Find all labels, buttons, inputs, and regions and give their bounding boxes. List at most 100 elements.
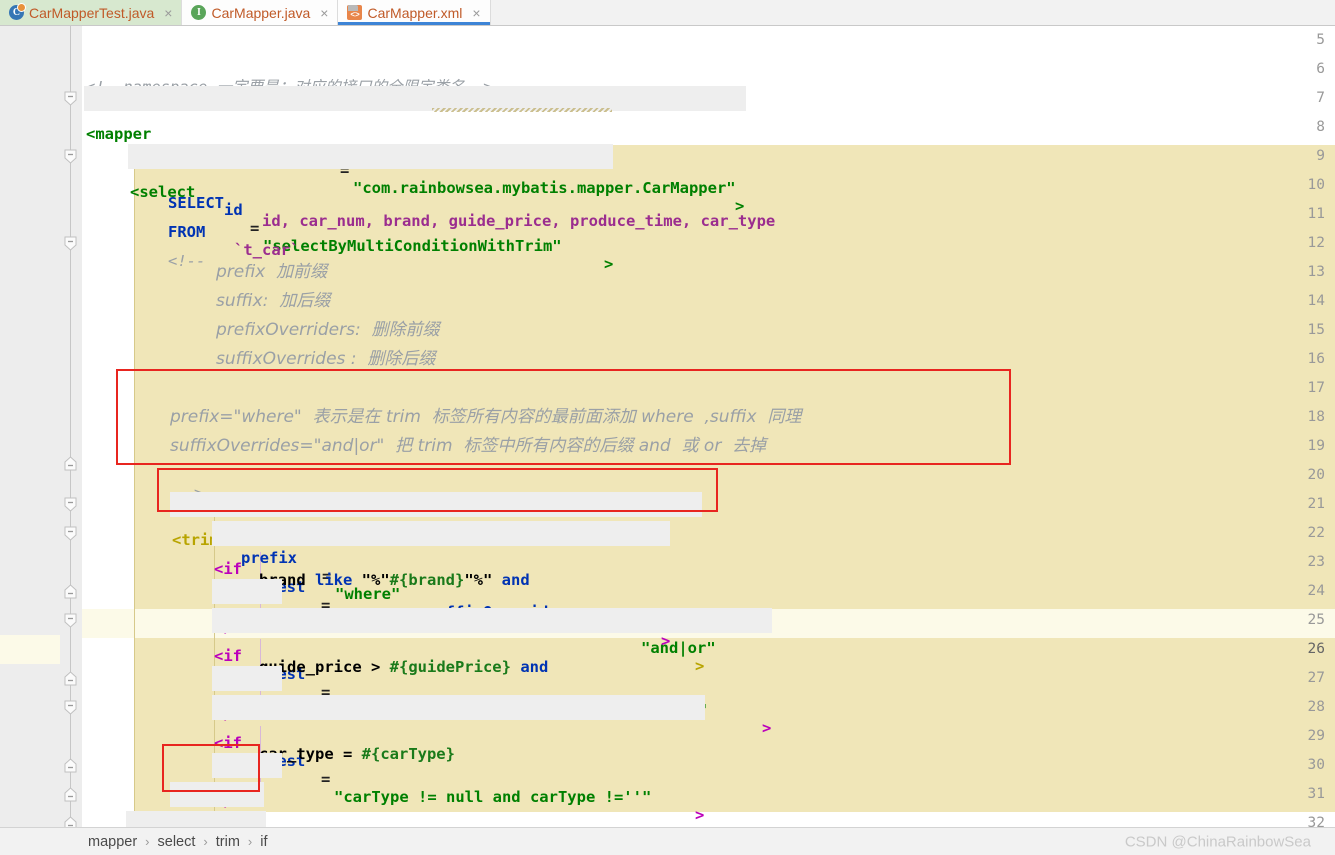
tab-label: CarMapper.java xyxy=(211,4,311,21)
breadcrumb-item-select[interactable]: select xyxy=(158,834,196,850)
breadcrumb-status-bar: mapper › select › trim › if CSDN @ChinaR… xyxy=(0,827,1335,855)
line-number: 20 xyxy=(1307,467,1325,483)
code-editor[interactable]: <!--namespace 一定要是：对应的接口的全限定类名--> <mappe… xyxy=(0,26,1335,855)
line-number: 5 xyxy=(1316,32,1325,48)
line-number: 8 xyxy=(1316,119,1325,135)
line-number: 24 xyxy=(1307,583,1325,599)
code-line[interactable]: suffixOverrides="and|or" 把 trim 标签中所有内容的… xyxy=(82,432,1335,461)
fold-toggle-icon[interactable] xyxy=(63,700,78,715)
code-line[interactable] xyxy=(82,113,1335,142)
line-number: 6 xyxy=(1316,61,1325,77)
code-line[interactable]: <select id = "selectByMultiConditionWith… xyxy=(82,142,1335,273)
code-line[interactable]: </if> xyxy=(82,664,1335,723)
code-line[interactable]: <if test = "brand != null and brand != '… xyxy=(82,519,1335,650)
java-interface-icon: I xyxy=(191,5,207,20)
line-number: 16 xyxy=(1307,351,1325,367)
tab-car-mapper-xml[interactable]: <> CarMapper.xml × xyxy=(338,0,491,25)
code-line[interactable]: </if> xyxy=(82,751,1335,810)
line-number: 25 xyxy=(1307,612,1325,628)
chevron-right-icon: › xyxy=(145,834,150,849)
fold-toggle-icon[interactable] xyxy=(63,613,78,628)
line-number: 22 xyxy=(1307,525,1325,541)
editor-tab-bar: C CarMapperTest.java × I CarMapper.java … xyxy=(0,0,1335,26)
spellcheck-squiggle xyxy=(432,108,612,112)
line-number-current: 26 xyxy=(1307,641,1325,657)
fold-toggle-icon[interactable] xyxy=(63,236,78,251)
fold-toggle-icon[interactable] xyxy=(63,758,78,773)
line-number: 9 xyxy=(1316,148,1325,164)
code-line[interactable]: SELECT id, car_num, brand, guide_price, … xyxy=(82,171,1335,230)
fold-toggle-icon[interactable] xyxy=(63,584,78,599)
code-line[interactable]: guide_price > #{guidePrice} and xyxy=(82,635,1335,676)
line-number: 15 xyxy=(1307,322,1325,338)
line-number: 7 xyxy=(1316,90,1325,106)
breadcrumb-item-trim[interactable]: trim xyxy=(216,834,240,850)
tab-label: CarMapperTest.java xyxy=(29,4,155,21)
code-line[interactable]: suffix: 加后缀 xyxy=(82,287,1335,316)
close-icon[interactable]: × xyxy=(162,6,174,20)
close-icon[interactable]: × xyxy=(318,6,330,20)
code-line[interactable]: <if test = "carType != null and carType … xyxy=(82,693,1335,824)
line-number: 17 xyxy=(1307,380,1325,396)
editor-text-area[interactable]: <!--namespace 一定要是：对应的接口的全限定类名--> <mappe… xyxy=(82,26,1335,855)
code-line[interactable] xyxy=(82,26,1335,55)
line-number: 11 xyxy=(1307,206,1325,222)
fold-toggle-icon[interactable] xyxy=(63,497,78,512)
close-icon[interactable]: × xyxy=(470,6,482,20)
comment-text-prefix: prefix 加前缀 xyxy=(216,262,328,282)
breadcrumb: mapper › select › trim › if xyxy=(88,834,268,850)
code-line[interactable]: car_type = #{carType} xyxy=(82,722,1335,763)
code-line[interactable]: </if> xyxy=(82,577,1335,636)
comment-text-suffix-overrides-andor: suffixOverrides="and|or" 把 trim 标签中所有内容的… xyxy=(170,436,767,456)
code-line[interactable]: suffixOverrides : 删除后缀 xyxy=(82,345,1335,374)
code-line[interactable]: > xyxy=(82,461,1335,502)
line-number: 23 xyxy=(1307,554,1325,570)
code-line[interactable]: <!--namespace 一定要是：对应的接口的全限定类名--> xyxy=(82,55,1335,96)
code-line[interactable]: prefix 加前缀 xyxy=(82,258,1335,287)
current-line-gutter-highlight xyxy=(0,635,60,664)
tab-car-mapper-java[interactable]: I CarMapper.java × xyxy=(182,0,339,25)
line-number: 30 xyxy=(1307,757,1325,773)
code-line[interactable]: FROM `t_car` xyxy=(82,200,1335,259)
line-number: 31 xyxy=(1307,786,1325,802)
breadcrumb-item-mapper[interactable]: mapper xyxy=(88,834,137,850)
line-number: 18 xyxy=(1307,409,1325,425)
code-line[interactable]: <mapper namespace = "com.rainbowsea.myba… xyxy=(82,84,1335,215)
line-number: 28 xyxy=(1307,699,1325,715)
line-number-gutter xyxy=(0,26,60,827)
code-line[interactable]: <trim prefix = "where" suffixOverrides =… xyxy=(82,490,1335,675)
fold-toggle-icon[interactable] xyxy=(63,787,78,802)
tab-label: CarMapper.xml xyxy=(367,4,463,21)
chevron-right-icon: › xyxy=(203,834,208,849)
code-line[interactable] xyxy=(82,374,1335,403)
line-number: 29 xyxy=(1307,728,1325,744)
comment-text-prefix-where: prefix="where" 表示是在 trim 标签所有内容的最前面添加 wh… xyxy=(170,407,802,427)
xml-file-icon: <> xyxy=(347,5,363,20)
code-line[interactable]: prefix="where" 表示是在 trim 标签所有内容的最前面添加 wh… xyxy=(82,403,1335,432)
comment-text-suffix: suffix: 加后缀 xyxy=(216,291,331,311)
line-number: 21 xyxy=(1307,496,1325,512)
java-test-class-icon: C xyxy=(9,3,26,20)
code-line[interactable]: <if test = "guidePrice != null and guide… xyxy=(82,606,1335,737)
comment-text-prefix-overriders: prefixOverriders: 删除前缀 xyxy=(216,320,440,340)
fold-toggle-icon[interactable] xyxy=(63,526,78,541)
line-number: 12 xyxy=(1307,235,1325,251)
fold-toggle-icon[interactable] xyxy=(63,91,78,106)
line-number: 14 xyxy=(1307,293,1325,309)
code-line[interactable]: brand like "%"#{brand}"%" and xyxy=(82,548,1335,589)
idea-editor-window: C CarMapperTest.java × I CarMapper.java … xyxy=(0,0,1335,855)
code-line[interactable]: <!-- xyxy=(82,229,1335,270)
tab-car-mapper-test-java[interactable]: C CarMapperTest.java × xyxy=(0,0,183,25)
line-number: 13 xyxy=(1307,264,1325,280)
code-line[interactable]: prefixOverriders: 删除前缀 xyxy=(82,316,1335,345)
watermark-text: CSDN @ChinaRainbowSea xyxy=(1124,833,1311,850)
fold-toggle-icon[interactable] xyxy=(63,149,78,164)
chevron-right-icon: › xyxy=(247,834,253,849)
fold-toggle-icon[interactable] xyxy=(63,456,78,471)
comment-text-suffix-overrides: suffixOverrides : 删除后缀 xyxy=(216,349,436,369)
code-line[interactable]: </trim> xyxy=(82,780,1335,839)
line-number: 10 xyxy=(1307,177,1325,193)
line-number: 19 xyxy=(1307,438,1325,454)
fold-toggle-icon[interactable] xyxy=(63,671,78,686)
breadcrumb-item-if[interactable]: if xyxy=(260,834,267,850)
